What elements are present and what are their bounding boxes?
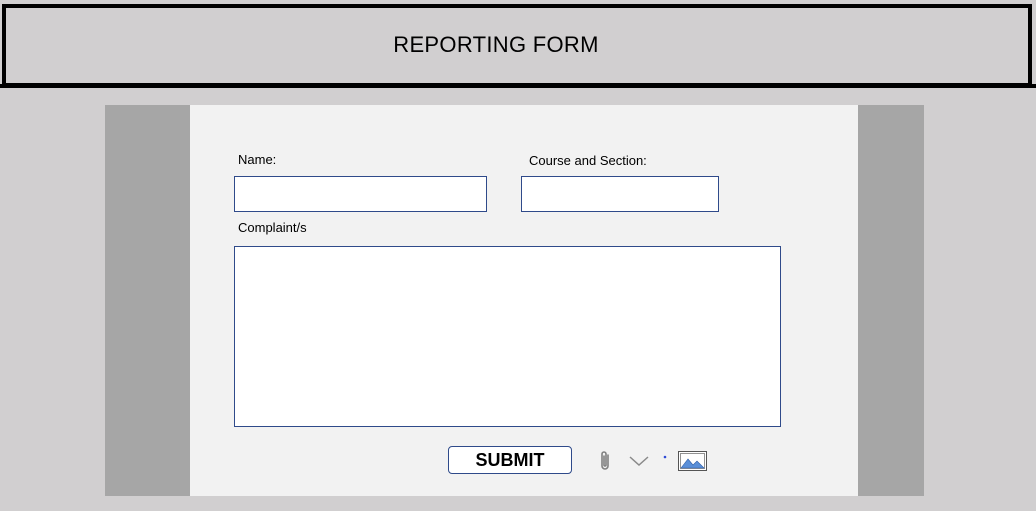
course-section-label: Course and Section: — [529, 153, 647, 168]
complaint-field[interactable] — [234, 246, 781, 427]
complaint-label: Complaint/s — [238, 220, 307, 235]
header-divider — [0, 84, 1036, 88]
submit-button[interactable]: SUBMIT — [448, 446, 572, 474]
chevron-down-icon[interactable] — [628, 454, 650, 468]
course-section-field[interactable] — [521, 176, 719, 212]
paperclip-icon[interactable] — [597, 449, 613, 473]
dot-icon — [663, 455, 667, 459]
header-bar: REPORTING FORM — [2, 4, 1032, 87]
page-title: REPORTING FORM — [393, 32, 599, 57]
name-field[interactable] — [234, 176, 487, 212]
name-label: Name: — [238, 152, 277, 167]
image-icon[interactable] — [678, 451, 707, 471]
